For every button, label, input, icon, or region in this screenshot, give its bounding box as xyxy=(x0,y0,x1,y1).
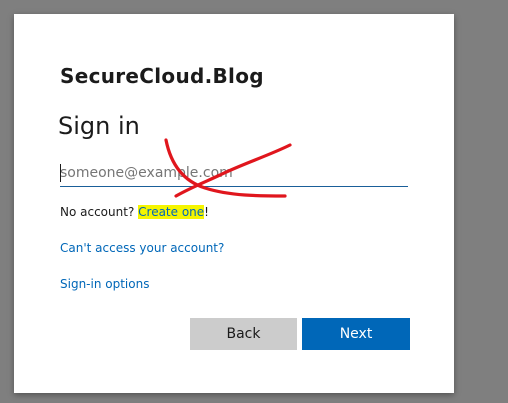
email-field[interactable] xyxy=(60,160,408,187)
create-one-suffix: ! xyxy=(204,205,209,219)
page-title: Sign in xyxy=(58,112,140,140)
back-button[interactable]: Back xyxy=(190,318,297,350)
brand-logo: SecureCloud.Blog xyxy=(60,64,264,88)
create-one-highlight: Create one xyxy=(138,205,205,219)
no-account-text: No account? xyxy=(60,205,135,219)
next-button[interactable]: Next xyxy=(302,318,410,350)
cant-access-account-link[interactable]: Can't access your account? xyxy=(60,241,224,255)
no-account-line: No account? Create one! xyxy=(60,205,209,219)
text-caret xyxy=(60,164,61,182)
signin-card: SecureCloud.Blog Sign in No account? Cre… xyxy=(14,14,454,393)
signin-options-link[interactable]: Sign-in options xyxy=(60,277,149,291)
create-one-link[interactable]: Create one xyxy=(138,205,204,219)
